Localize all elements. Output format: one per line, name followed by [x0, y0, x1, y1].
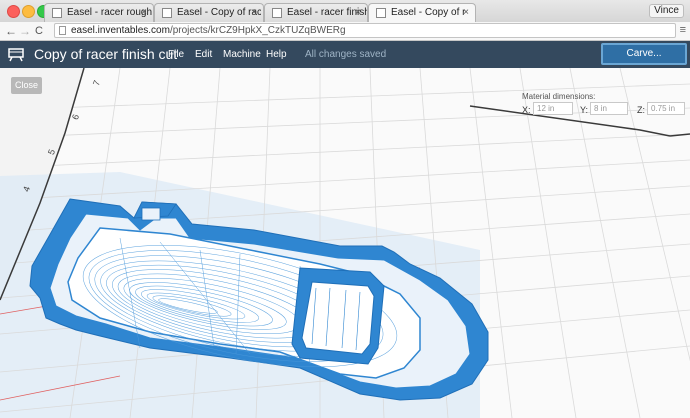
close-button[interactable]: Close: [11, 77, 42, 94]
page-icon: [59, 26, 66, 35]
menu-edit[interactable]: Edit: [195, 49, 212, 61]
material-dimensions-label: Material dimensions:: [522, 92, 596, 101]
material-dimensions-panel: Material dimensions: X: 12 in Y: 8 in Z:…: [522, 92, 685, 115]
tab-close-icon[interactable]: ×: [355, 7, 361, 18]
window-close-icon[interactable]: [7, 5, 20, 18]
page-favicon-icon: [376, 8, 386, 18]
url-host: easel.inventables.com: [71, 25, 170, 36]
x-dimension-input[interactable]: 12 in: [533, 102, 573, 115]
url-path: /projects/krCZ9HpkX_CzkTUZqBWERg: [169, 25, 346, 36]
tab-title: Easel - Copy of racer rough: [177, 7, 261, 18]
menu-file[interactable]: File: [168, 49, 184, 61]
y-dimension-input[interactable]: 8 in: [590, 102, 628, 115]
back-arrow-icon[interactable]: ←: [5, 23, 17, 39]
page-favicon-icon: [162, 8, 172, 18]
carve-button[interactable]: Carve...: [601, 43, 687, 65]
url-bar[interactable]: easel.inventables.com/projects/krCZ9HpkX…: [54, 23, 676, 38]
app-header: Copy of racer finish cut File Edit Machi…: [0, 41, 690, 68]
tab-title: Easel - Copy of racer finish: [391, 7, 465, 18]
browser-tab-3[interactable]: Easel - racer finish cut ×: [264, 3, 368, 22]
easel-logo-icon[interactable]: [8, 46, 24, 67]
url-text: easel.inventables.com/projects/krCZ9HpkX…: [71, 24, 346, 37]
browser-titlebar: Easel - racer rough cut × Easel - Copy o…: [0, 0, 690, 23]
z-label: Z:: [637, 105, 645, 115]
forward-arrow-icon[interactable]: →: [19, 23, 31, 39]
tab-close-icon[interactable]: ×: [251, 7, 257, 18]
profile-button[interactable]: Vince: [649, 4, 684, 18]
page-favicon-icon: [272, 8, 282, 18]
tab-close-icon[interactable]: ×: [463, 7, 469, 18]
page-favicon-icon: [52, 8, 62, 18]
tab-close-icon[interactable]: ×: [141, 7, 147, 18]
toolpath-preview: [0, 68, 690, 418]
menu-machine[interactable]: Machine: [223, 49, 261, 61]
y-label: Y:: [580, 105, 589, 115]
browser-tab-2[interactable]: Easel - Copy of racer rough ×: [154, 3, 264, 22]
window-minimize-icon[interactable]: [22, 5, 35, 18]
3d-preview-canvas[interactable]: 7 6 5 4 Close Material dimensions: X: 12…: [0, 68, 690, 418]
project-title[interactable]: Copy of racer finish cut: [34, 46, 177, 62]
browser-tab-4[interactable]: Easel - Copy of racer finish ×: [368, 3, 476, 22]
menu-help[interactable]: Help: [266, 49, 287, 61]
browser-tab-1[interactable]: Easel - racer rough cut ×: [44, 3, 157, 22]
x-label: X:: [522, 105, 531, 115]
browser-menu-icon[interactable]: ≡: [680, 25, 686, 36]
address-toolbar: ← → C easel.inventables.com/projects/krC…: [0, 22, 690, 41]
save-status: All changes saved: [305, 49, 387, 60]
reload-icon[interactable]: C: [35, 23, 43, 39]
z-dimension-input[interactable]: 0.75 in: [647, 102, 685, 115]
